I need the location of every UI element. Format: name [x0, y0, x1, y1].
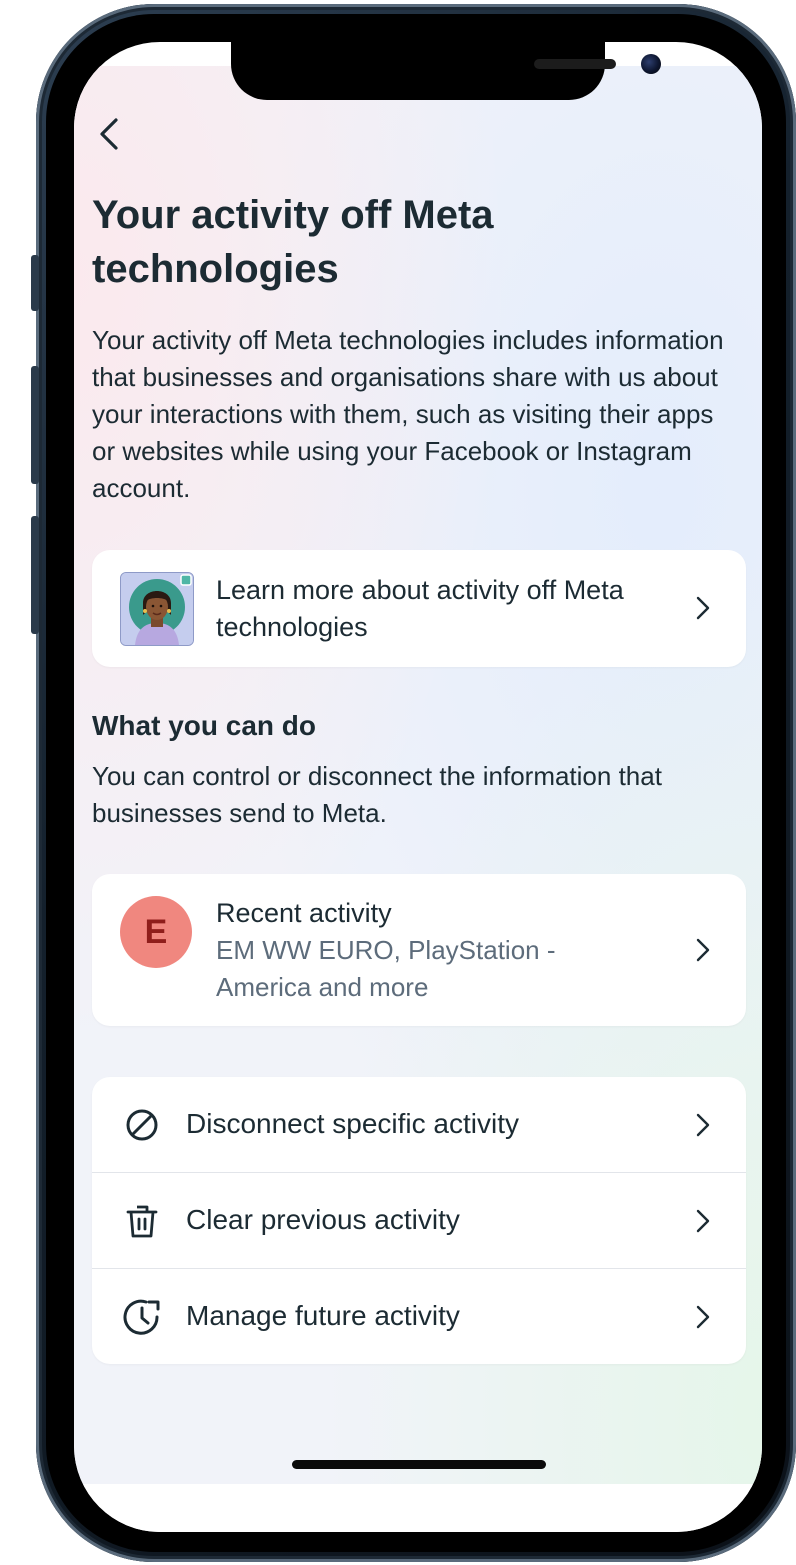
chevron-right-icon [696, 1305, 710, 1329]
recent-activity-card[interactable]: E Recent activity EM WW EURO, PlayStatio… [92, 874, 746, 1026]
recent-activity-subtitle: EM WW EURO, PlayStation - America and mo… [216, 935, 556, 1002]
notch [231, 42, 661, 100]
front-camera [641, 54, 661, 74]
prohibited-icon [122, 1105, 162, 1145]
bottom-safe-area [74, 1484, 762, 1532]
row-label: Clear previous activity [186, 1204, 460, 1235]
page-description: Your activity off Meta technologies incl… [92, 325, 724, 503]
section-text: You can control or disconnect the inform… [92, 761, 662, 828]
volume-down-button [31, 516, 39, 634]
learn-more-label: Learn more about activity off Meta techn… [216, 575, 624, 642]
section-heading: What you can do [92, 710, 316, 741]
chevron-right-icon [696, 596, 710, 620]
row-label: Manage future activity [186, 1300, 460, 1331]
clear-previous-activity-row[interactable]: Clear previous activity [92, 1173, 746, 1268]
manage-future-activity-row[interactable]: Manage future activity [92, 1269, 746, 1364]
actions-card: Disconnect specific activity Clear previ… [92, 1077, 746, 1364]
clock-arrow-icon [122, 1297, 162, 1337]
back-button[interactable] [94, 114, 124, 154]
illustration-avatar [120, 572, 194, 646]
home-indicator[interactable] [292, 1460, 546, 1469]
recent-activity-title: Recent activity [216, 898, 392, 928]
row-label: Disconnect specific activity [186, 1108, 520, 1139]
volume-up-button [31, 366, 39, 484]
page-content: Your activity off Meta technologies Your… [74, 42, 762, 1532]
learn-more-card[interactable]: Learn more about activity off Meta techn… [92, 550, 746, 667]
chevron-right-icon [696, 938, 710, 962]
person-illustration-icon [121, 573, 193, 645]
screen: Your activity off Meta technologies Your… [74, 42, 762, 1532]
chevron-right-icon [696, 1113, 710, 1137]
chevron-right-icon [696, 1209, 710, 1233]
back-chevron-icon [100, 118, 118, 150]
business-avatar: E [120, 896, 192, 968]
disconnect-specific-activity-row[interactable]: Disconnect specific activity [92, 1077, 746, 1172]
earpiece-speaker [534, 59, 616, 69]
silent-switch [31, 255, 39, 311]
page-title: Your activity off Meta technologies [92, 193, 494, 291]
trash-icon [122, 1201, 162, 1241]
